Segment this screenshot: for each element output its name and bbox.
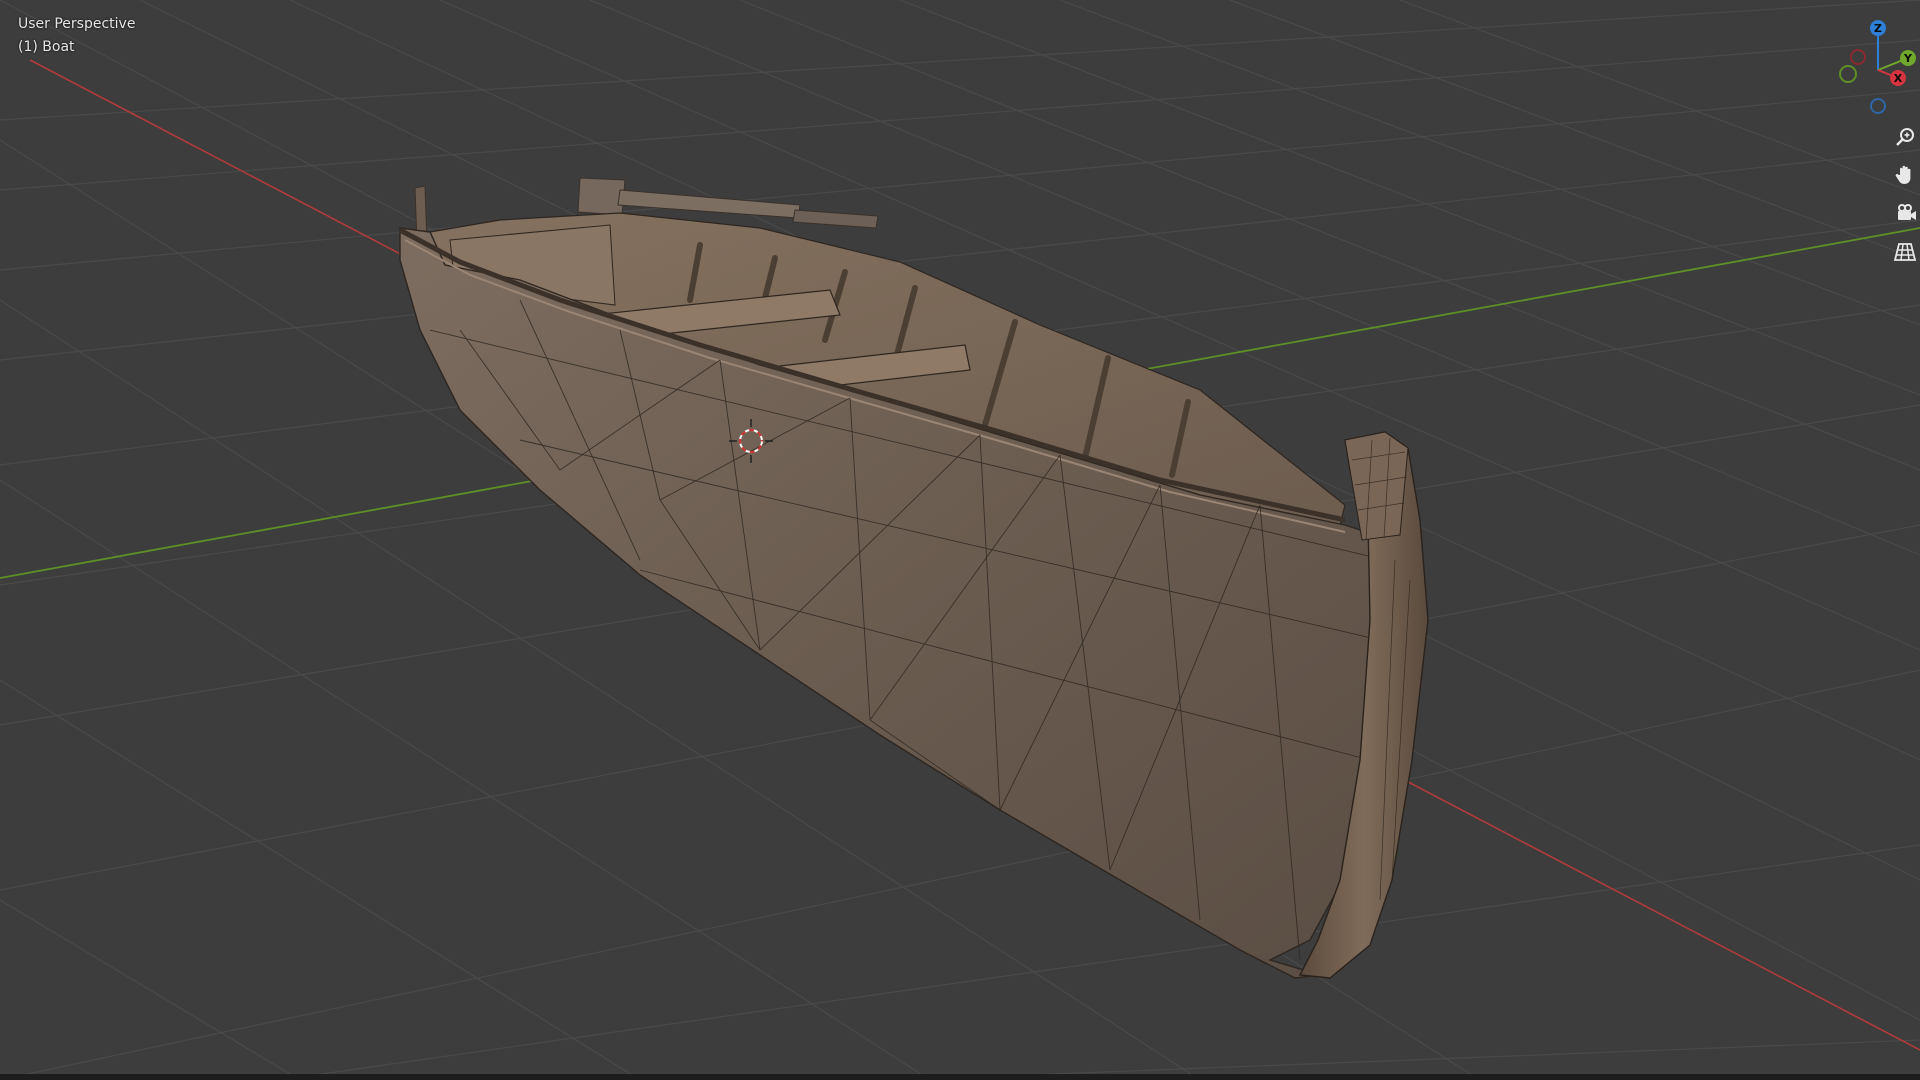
neg-x-axis-ball[interactable] (1850, 49, 1866, 65)
svg-text:Y: Y (1903, 52, 1913, 65)
neg-z-axis-ball[interactable] (1870, 98, 1886, 114)
svg-text:Z: Z (1874, 22, 1882, 35)
perspective-toggle-button[interactable] (1890, 237, 1920, 267)
bottom-status-strip (0, 1074, 1920, 1080)
y-axis-ball[interactable]: Y (1900, 50, 1916, 66)
boat-object[interactable] (398, 177, 1429, 979)
viewport-scene[interactable] (0, 0, 1920, 1080)
camera-view-button[interactable] (1890, 198, 1920, 228)
zoom-button[interactable] (1890, 122, 1920, 152)
active-object-label: (1) Boat (18, 39, 75, 55)
pan-button[interactable] (1890, 160, 1920, 190)
camera-icon (1898, 204, 1916, 220)
hand-pan-icon (1895, 165, 1911, 184)
zoom-icon (1896, 128, 1914, 146)
grid-perspective-icon (1893, 243, 1917, 261)
z-axis-ball[interactable]: Z (1870, 20, 1886, 36)
svg-text:X: X (1894, 72, 1903, 85)
view-name-label: User Perspective (18, 16, 136, 32)
3d-viewport[interactable]: User Perspective (1) Boat Z Y X (0, 0, 1920, 1080)
navigation-gizmo[interactable]: Z Y X (1828, 10, 1920, 120)
neg-y-axis-ball[interactable] (1839, 65, 1857, 83)
x-axis-ball[interactable]: X (1890, 70, 1906, 86)
